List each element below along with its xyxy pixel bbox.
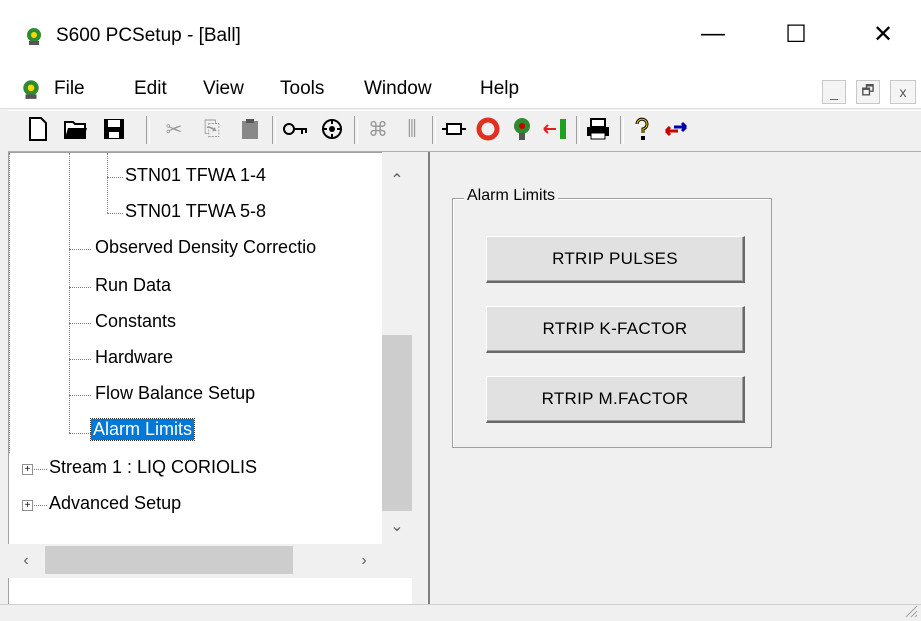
go-icon[interactable]: [508, 114, 536, 144]
maximize-button[interactable]: ☐: [773, 14, 819, 54]
print-icon[interactable]: [584, 114, 612, 144]
mdi-restore-button[interactable]: 🗗: [856, 80, 880, 104]
status-bar: [0, 604, 921, 621]
tree-item-flow-balance-setup[interactable]: Flow Balance Setup: [95, 383, 255, 404]
tree-guide-line: [9, 153, 10, 453]
toolbar-separator: [620, 116, 624, 144]
network-icon[interactable]: ⌘: [364, 114, 392, 144]
scroll-down-icon[interactable]: ⌄: [382, 514, 412, 538]
expand-icon[interactable]: +: [22, 500, 33, 511]
tree-guide-line: [107, 153, 108, 213]
tree-guide-line: [69, 153, 70, 433]
tree-guide-line: [107, 177, 123, 178]
tree-guide-line: [69, 323, 91, 324]
toolbar-separator: [432, 116, 436, 144]
group-title: Alarm Limits: [464, 187, 559, 205]
help-icon[interactable]: [628, 114, 656, 144]
close-button[interactable]: ✕: [860, 14, 906, 54]
menu-view[interactable]: View: [203, 78, 244, 100]
rtrip-pulses-button[interactable]: RTRIP PULSES: [486, 236, 745, 283]
tree-item-stream-1[interactable]: Stream 1 : LIQ CORIOLIS: [49, 457, 257, 478]
toolbar-separator: [576, 116, 580, 144]
close-icon: ✕: [872, 20, 894, 48]
config-icon[interactable]: [318, 114, 346, 144]
scrollbar-corner: [382, 544, 412, 578]
tree-guide-line: [69, 395, 91, 396]
vertical-scroll-thumb[interactable]: [382, 335, 412, 511]
menu-window[interactable]: Window: [364, 78, 432, 100]
app-icon: [27, 28, 41, 45]
tree-item-observed-density[interactable]: Observed Density Correctio: [95, 237, 316, 258]
minimize-button[interactable]: —: [690, 14, 736, 54]
toolbar-separator: [272, 116, 276, 144]
paste-icon[interactable]: [236, 114, 264, 144]
menu-help[interactable]: Help: [480, 78, 519, 100]
tree-guide-line: [69, 287, 91, 288]
menu-file[interactable]: File: [54, 78, 85, 100]
tree-item-alarm-limits[interactable]: Alarm Limits: [89, 418, 196, 441]
tree-item-constants[interactable]: Constants: [95, 311, 176, 332]
tree-item-stn01-tfwa-5-8[interactable]: STN01 TFWA 5-8: [125, 201, 266, 222]
rtrip-k-factor-button[interactable]: RTRIP K-FACTOR: [486, 306, 745, 353]
scroll-right-icon[interactable]: ›: [352, 548, 376, 574]
menu-tools[interactable]: Tools: [280, 78, 324, 100]
stop-icon[interactable]: [474, 114, 502, 144]
tree-guide-line: [69, 359, 91, 360]
mdi-close-button[interactable]: x: [890, 80, 916, 104]
tree-item-stn01-tfwa-1-4[interactable]: STN01 TFWA 1-4: [125, 165, 266, 186]
tree-guide-line: [69, 433, 91, 434]
save-icon[interactable]: [100, 114, 128, 144]
toolbar-separator: [146, 116, 150, 144]
adjust-icon[interactable]: ⫼: [398, 114, 426, 144]
scroll-left-icon[interactable]: ‹: [14, 548, 38, 574]
rtrip-m-factor-button[interactable]: RTRIP M.FACTOR: [486, 376, 745, 423]
transfer-icon[interactable]: [542, 114, 570, 144]
minimize-icon: —: [701, 20, 725, 47]
tree-item-hardware[interactable]: Hardware: [95, 347, 173, 368]
toolbar-separator: [354, 116, 358, 144]
connect-icon[interactable]: [440, 114, 468, 144]
key-icon[interactable]: [282, 114, 310, 144]
pane-splitter[interactable]: [412, 152, 430, 604]
tree-item-advanced-setup[interactable]: Advanced Setup: [49, 493, 181, 514]
copy-icon[interactable]: ⎘: [198, 114, 226, 144]
tree-guide-line: [107, 213, 123, 214]
cut-icon[interactable]: ✂: [160, 114, 188, 144]
horizontal-scroll-thumb[interactable]: [45, 546, 293, 574]
scroll-up-icon[interactable]: ⌃: [382, 168, 412, 192]
resize-grip-icon[interactable]: [902, 602, 918, 618]
window-title: S600 PCSetup - [Ball]: [56, 25, 241, 46]
maximize-icon: ☐: [785, 20, 807, 48]
new-icon[interactable]: [24, 114, 52, 144]
mdi-minimize-button[interactable]: _: [822, 80, 846, 104]
open-icon[interactable]: [62, 114, 90, 144]
expand-icon[interactable]: +: [22, 464, 33, 475]
tree-item-run-data[interactable]: Run Data: [95, 275, 171, 296]
mdi-doc-icon[interactable]: [20, 78, 42, 100]
tree-view[interactable]: STN01 TFWA 1-4 STN01 TFWA 5-8 Observed D…: [8, 152, 414, 606]
swap-icon[interactable]: [662, 114, 690, 144]
tree-guide-line: [69, 249, 91, 250]
menu-edit[interactable]: Edit: [134, 78, 167, 100]
